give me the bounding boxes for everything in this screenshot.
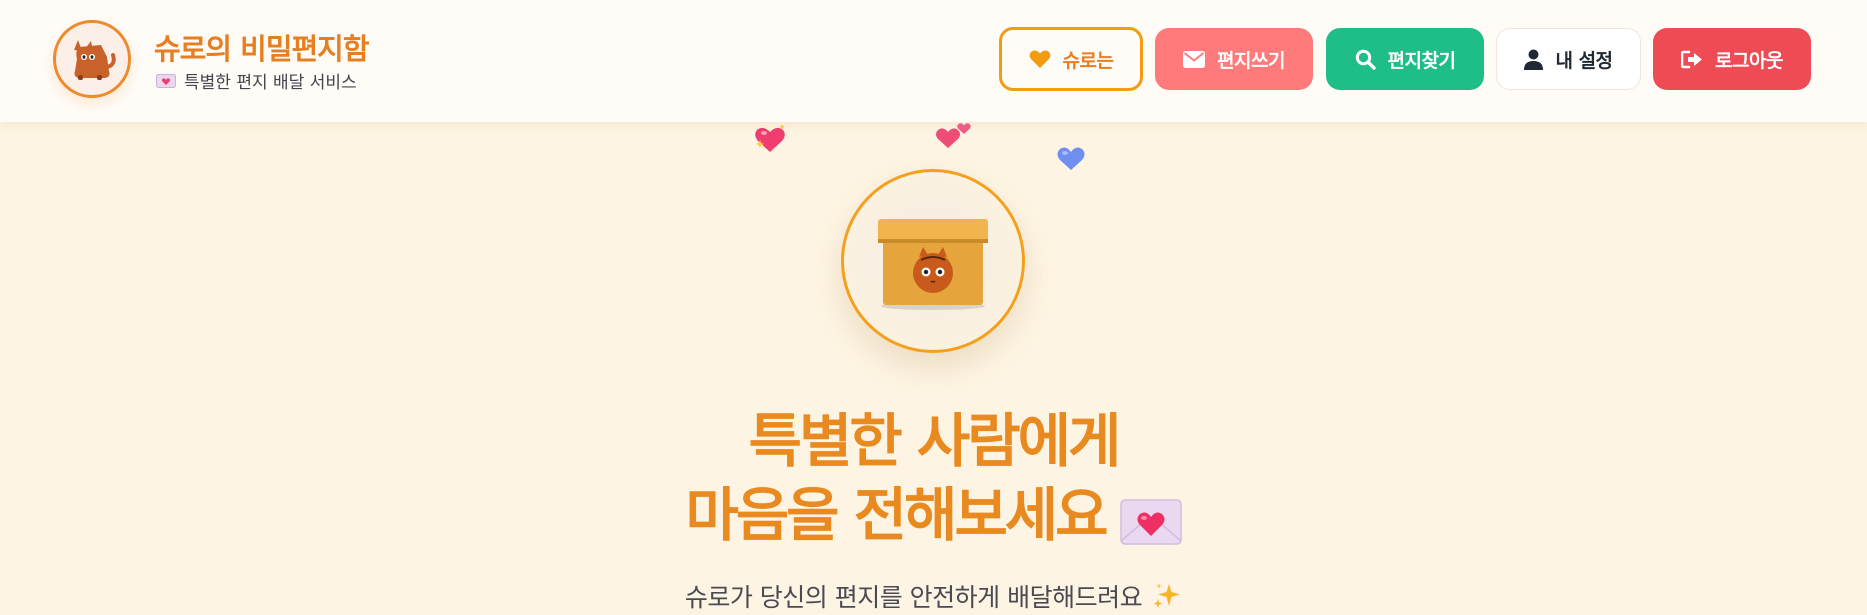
hero-box-circle [841,169,1025,353]
brand-subtitle: 특별한 편지 배달 서비스 [156,68,357,93]
hero-subtitle: 슈로가 당신의 편지를 안전하게 배달해드려요 [0,578,1867,614]
cat-icon [74,40,116,80]
brand-title[interactable]: 슈로의 비밀편지함 [154,26,370,68]
my-settings-button-label: 내 설정 [1555,49,1613,72]
love-letter-icon [1119,499,1182,545]
sign-out-icon [1681,50,1703,68]
heart-sparkle-icon [755,124,785,152]
hero-title: 특별한 사람에게 마음을 전해보세요 [0,404,1867,552]
about-button-label: 슈로는 [1062,49,1114,72]
search-icon [1355,49,1376,70]
cat-in-box-icon [878,219,988,310]
logout-button-label: 로그아웃 [1715,49,1783,72]
sparkles-icon [1153,583,1181,608]
hero-title-line-1: 특별한 사람에게 [748,407,1122,475]
my-settings-button[interactable]: 내 설정 [1496,28,1641,90]
heart-icon [1029,50,1050,68]
blue-heart-icon [1057,147,1085,170]
top-header: 슈로의 비밀편지함 특별한 편지 배달 서비스 슈로는 편지쓰기 편지찾기 내 … [0,0,1867,122]
hero-subtitle-text: 슈로가 당신의 편지를 안전하게 배달해드려요 [684,583,1143,612]
logout-button[interactable]: 로그아웃 [1653,28,1811,90]
find-letter-button[interactable]: 편지찾기 [1326,28,1484,90]
love-letter-icon [156,73,176,88]
twin-hearts-icon [936,123,971,148]
find-letter-button-label: 편지찾기 [1387,49,1456,72]
about-button[interactable]: 슈로는 [999,27,1143,91]
logo[interactable] [53,20,131,98]
write-letter-button[interactable]: 편지쓰기 [1155,28,1313,90]
hero-title-line-2: 마음을 전해보세요 [0,478,1867,552]
hero-title-line-2-text: 마음을 전해보세요 [685,481,1108,549]
user-icon [1524,49,1544,70]
brand-subtitle-text: 특별한 편지 배달 서비스 [184,73,357,93]
envelope-icon [1183,50,1206,68]
write-letter-button-label: 편지쓰기 [1217,49,1285,72]
